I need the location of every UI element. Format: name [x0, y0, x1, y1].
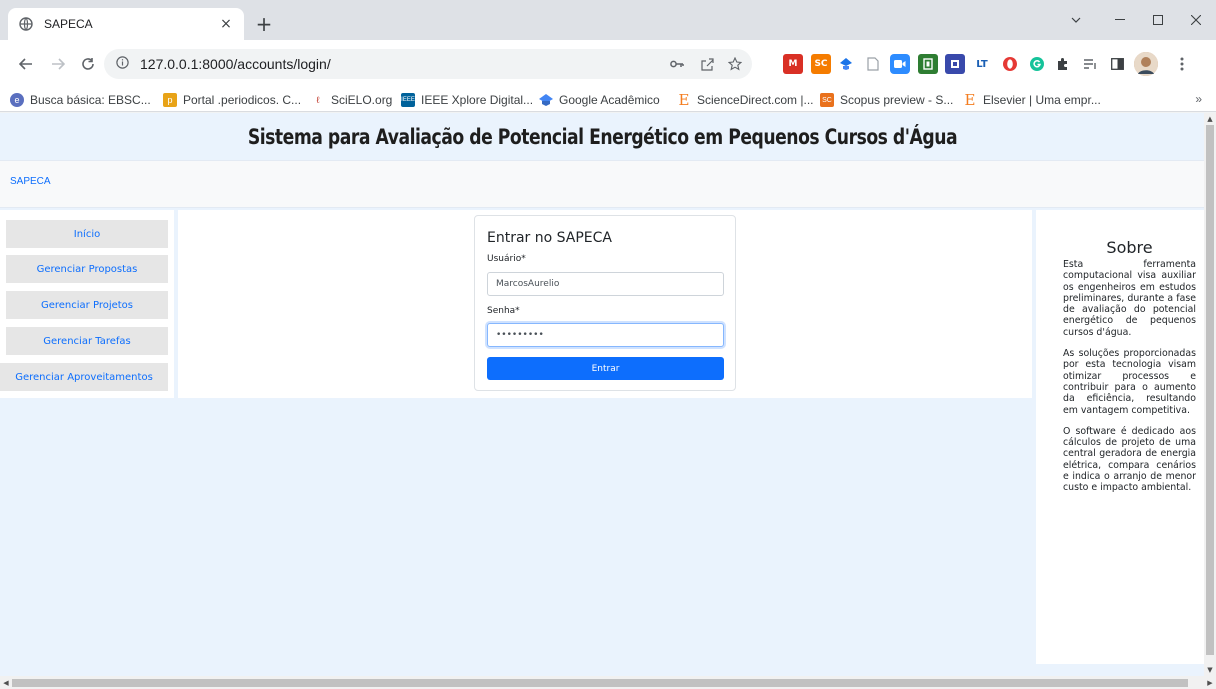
extensions-puzzle-icon[interactable]: [1053, 54, 1073, 74]
extension-icon-blue[interactable]: [945, 54, 965, 74]
page-viewport: Sistema para Avaliação de Potencial Ener…: [0, 113, 1204, 676]
password-input[interactable]: [487, 323, 724, 347]
site-header: Sistema para Avaliação de Potencial Ener…: [0, 113, 1204, 160]
page-title: Sistema para Avaliação de Potencial Ener…: [247, 124, 957, 149]
menu-item-gerenciar-tarefas[interactable]: Gerenciar Tarefas: [6, 327, 168, 355]
bookmark-label: IEEE Xplore Digital...: [421, 93, 534, 107]
scroll-up-arrow-icon[interactable]: ▲: [1204, 113, 1216, 125]
kebab-menu-icon[interactable]: [1172, 54, 1192, 74]
bookmark-item[interactable]: E Elsevier | Uma empr...: [963, 90, 1101, 110]
address-bar[interactable]: 127.0.0.1:8000/accounts/login/: [104, 49, 752, 79]
bookmark-favicon-icon: IEEE: [401, 93, 415, 107]
main-panel: Entrar no SAPECA Usuário* Senha* Entrar: [178, 210, 1032, 398]
extension-icon-diamond[interactable]: [836, 54, 856, 74]
bookmark-favicon-icon: E: [964, 91, 976, 109]
back-arrow-icon[interactable]: [14, 52, 38, 76]
about-title: Sobre: [1106, 238, 1153, 257]
login-submit-button[interactable]: Entrar: [487, 357, 724, 380]
grammarly-icon[interactable]: [1027, 54, 1047, 74]
bookmark-item[interactable]: E ScienceDirect.com |...: [677, 90, 814, 110]
side-panel-icon[interactable]: [1107, 54, 1127, 74]
tab-title: SAPECA: [44, 17, 93, 31]
vertical-scroll-thumb[interactable]: [1206, 125, 1214, 655]
scroll-left-arrow-icon[interactable]: ◀: [0, 676, 12, 689]
bookmark-item[interactable]: e Busca básica: EBSC...: [10, 90, 151, 110]
bookmark-favicon-icon: [539, 93, 553, 107]
login-card: Entrar no SAPECA Usuário* Senha* Entrar: [474, 215, 736, 391]
document-icon[interactable]: [863, 54, 883, 74]
about-paragraph: O software é dedicado aos cálculos de pr…: [1063, 425, 1196, 494]
url-text: 127.0.0.1:8000/accounts/login/: [140, 56, 331, 72]
bookmarks-bar: e Busca básica: EBSC... p Portal .period…: [0, 88, 1216, 112]
bookmark-label: Google Acadêmico: [559, 93, 660, 107]
more-bookmarks-icon[interactable]: »: [1195, 92, 1202, 106]
globe-icon: [18, 16, 34, 32]
menu-item-inicio[interactable]: Início: [6, 220, 168, 248]
bookmark-item[interactable]: ℓ SciELO.org: [311, 90, 393, 110]
side-menu: Início Gerenciar Propostas Gerenciar Pro…: [0, 210, 174, 398]
browser-tab[interactable]: SAPECA ×: [8, 8, 244, 40]
username-input[interactable]: [487, 272, 724, 296]
horizontal-scroll-thumb[interactable]: [12, 679, 1188, 687]
zoom-icon[interactable]: [890, 54, 910, 74]
extension-icon-green[interactable]: [918, 54, 938, 74]
bookmark-label: Scopus preview - S...: [840, 93, 954, 107]
bookmark-item[interactable]: Google Acadêmico: [539, 90, 660, 110]
menu-item-gerenciar-propostas[interactable]: Gerenciar Propostas: [6, 255, 168, 283]
bookmark-label: SciELO.org: [331, 93, 393, 107]
navbar: SAPECA: [0, 160, 1204, 208]
reload-icon[interactable]: [76, 52, 100, 76]
password-label: Senha*: [487, 306, 520, 316]
vertical-scrollbar[interactable]: ▲ ▼: [1204, 113, 1216, 676]
menu-item-gerenciar-projetos[interactable]: Gerenciar Projetos: [6, 291, 168, 319]
extension-icon-scopus[interactable]: SC: [811, 54, 831, 74]
extension-icon-text[interactable]: LT: [972, 54, 992, 74]
chevron-down-icon[interactable]: [1056, 6, 1096, 34]
opera-icon[interactable]: [1000, 54, 1020, 74]
about-paragraph: Esta ferramenta computacional visa auxil…: [1063, 259, 1196, 338]
share-icon[interactable]: [696, 49, 718, 79]
bookmark-item[interactable]: IEEE IEEE Xplore Digital...: [401, 90, 533, 110]
horizontal-scrollbar[interactable]: ◀ ▶: [0, 676, 1216, 689]
key-icon[interactable]: [666, 49, 688, 79]
login-title: Entrar no SAPECA: [487, 230, 613, 246]
menu-item-gerenciar-aproveitamentos[interactable]: Gerenciar Aproveitamentos: [0, 363, 168, 391]
extension-icon-red[interactable]: M: [783, 54, 803, 74]
bookmark-label: Elsevier | Uma empr...: [983, 93, 1101, 107]
browser-toolbar: 127.0.0.1:8000/accounts/login/ M SC LT: [0, 40, 1216, 88]
bookmark-label: Portal .periodicos. C...: [183, 93, 302, 107]
new-tab-button[interactable]: +: [252, 12, 276, 36]
bookmark-label: ScienceDirect.com |...: [697, 93, 814, 107]
forward-arrow-icon[interactable]: [46, 52, 70, 76]
about-paragraph: As soluções proporcionadas por esta tecn…: [1063, 348, 1196, 416]
info-icon[interactable]: [116, 56, 132, 72]
bookmark-favicon-icon: ℓ: [316, 95, 320, 105]
bookmark-item[interactable]: p Portal .periodicos. C...: [163, 90, 301, 110]
bookmark-favicon-icon: SC: [820, 93, 834, 107]
username-label: Usuário*: [487, 254, 526, 264]
bookmark-favicon-icon: p: [163, 93, 177, 107]
maximize-icon[interactable]: [1138, 6, 1178, 34]
navbar-brand-link[interactable]: SAPECA: [10, 176, 51, 187]
reading-list-icon[interactable]: [1080, 54, 1100, 74]
close-tab-icon[interactable]: ×: [218, 16, 234, 32]
tab-strip: SAPECA × +: [0, 0, 1216, 40]
bookmark-favicon-icon: e: [10, 93, 24, 107]
close-window-icon[interactable]: [1176, 6, 1216, 34]
profile-avatar[interactable]: [1134, 52, 1158, 76]
scroll-right-arrow-icon[interactable]: ▶: [1204, 676, 1216, 689]
minimize-icon[interactable]: [1100, 6, 1140, 34]
star-icon[interactable]: [724, 49, 746, 79]
bookmark-item[interactable]: SC Scopus preview - S...: [820, 90, 953, 110]
about-sidebar: Sobre Esta ferramenta computacional visa…: [1036, 210, 1204, 664]
bookmark-favicon-icon: E: [678, 91, 690, 109]
bookmark-label: Busca básica: EBSC...: [30, 93, 151, 107]
scroll-down-arrow-icon[interactable]: ▼: [1204, 664, 1216, 676]
